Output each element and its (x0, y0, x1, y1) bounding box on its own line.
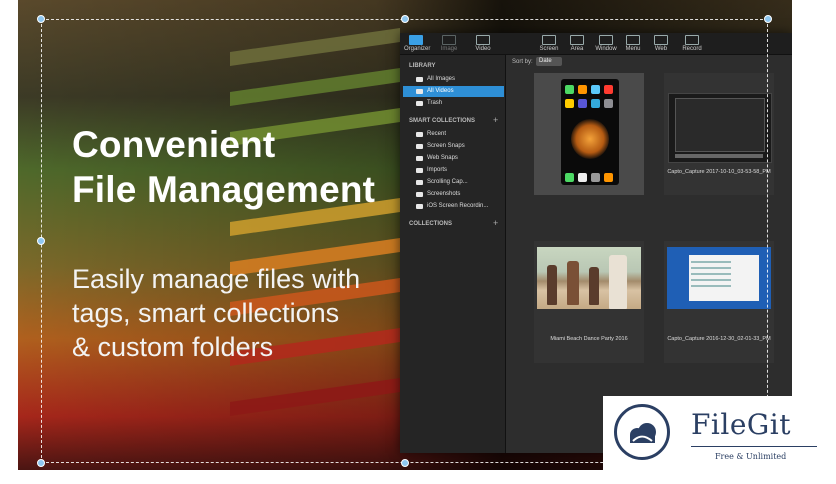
resize-handle[interactable] (37, 15, 45, 23)
resize-handle[interactable] (401, 459, 409, 467)
cloud-logo-icon (614, 404, 670, 460)
logo-tagline: Free & Unlimited (715, 452, 787, 461)
logo-name: FileGit (691, 408, 791, 441)
resize-handle[interactable] (37, 237, 45, 245)
filegit-logo: FileGit Free & Unlimited (603, 396, 836, 474)
margin (0, 0, 18, 484)
resize-handle[interactable] (764, 15, 772, 23)
resize-handle[interactable] (401, 15, 409, 23)
resize-handle[interactable] (37, 459, 45, 467)
logo-divider (691, 446, 817, 447)
